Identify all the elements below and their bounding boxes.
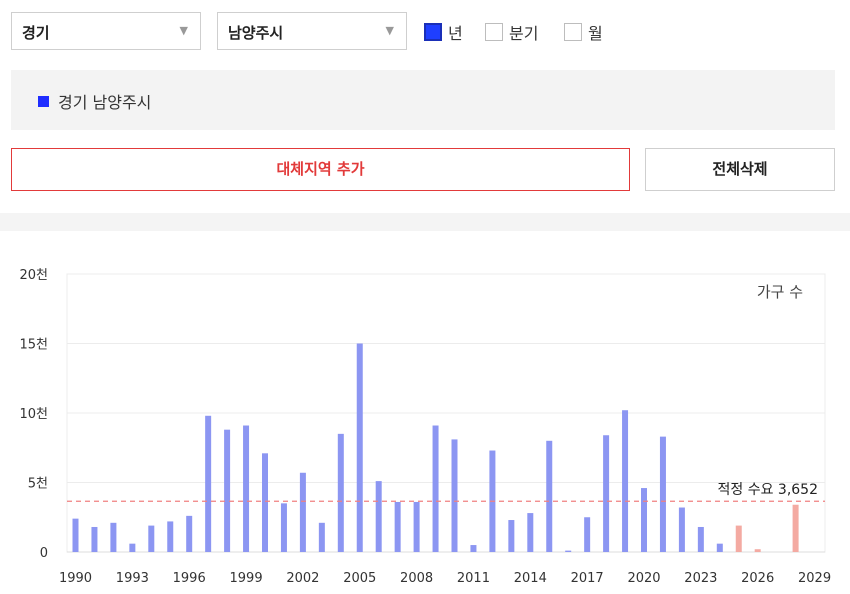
x-tick-label: 2005 — [343, 571, 376, 586]
x-tick-label: 2002 — [286, 571, 319, 586]
bar — [110, 522, 117, 552]
bar — [432, 425, 439, 552]
bar — [470, 545, 477, 552]
bar — [148, 525, 155, 552]
x-tick-label: 1993 — [116, 571, 149, 586]
bar — [262, 453, 268, 552]
bar — [603, 435, 610, 552]
x-tick-label: 2023 — [684, 571, 717, 586]
x-tick-label: 2008 — [400, 571, 433, 586]
bar — [337, 433, 344, 552]
y-tick-label: 20천 — [19, 268, 48, 283]
bar — [91, 526, 98, 552]
bar — [641, 488, 647, 552]
y-tick-label: 5천 — [28, 477, 48, 492]
y-tick-label: 10천 — [19, 407, 48, 422]
bar — [451, 439, 458, 552]
bar — [280, 503, 287, 552]
bar — [565, 550, 572, 552]
bar — [394, 501, 401, 552]
bar — [205, 415, 212, 552]
y-tick-label: 15천 — [19, 338, 48, 353]
bar — [318, 522, 325, 552]
bar — [167, 521, 174, 552]
y-tick-label: 0 — [40, 546, 48, 561]
bar — [735, 525, 742, 552]
bar — [224, 429, 231, 552]
x-tick-label: 1990 — [59, 571, 92, 586]
x-tick-label: 1996 — [173, 571, 206, 586]
x-tick-label: 1999 — [230, 571, 263, 586]
bar — [413, 501, 420, 552]
bar-chart: 0 5천 10천 15천 20천 1990 1993 1996 1999 2002 2005 2008… — [19, 268, 831, 586]
bar — [129, 543, 136, 552]
x-tick-label: 2011 — [457, 571, 490, 586]
bar — [527, 513, 534, 552]
bar — [792, 504, 799, 552]
bar — [356, 343, 363, 552]
bar — [659, 436, 666, 552]
bar — [508, 520, 515, 552]
bar — [584, 517, 591, 552]
bar — [299, 472, 306, 552]
bar — [72, 518, 79, 552]
x-tick-label: 2029 — [798, 571, 831, 586]
x-tick-label: 2017 — [571, 571, 604, 586]
bar — [678, 507, 685, 552]
bar — [622, 410, 629, 552]
x-tick-label: 2026 — [741, 571, 774, 586]
reference-line-label: 적정 수요 3,652 — [718, 482, 819, 498]
bar — [754, 549, 761, 552]
unit-label: 가구 수 — [757, 283, 803, 301]
bar — [375, 481, 382, 552]
x-tick-label: 2014 — [514, 571, 547, 586]
bar — [186, 515, 193, 552]
bar — [716, 543, 723, 552]
x-tick-label: 2020 — [627, 571, 660, 586]
bar — [243, 425, 250, 552]
bar — [546, 440, 553, 552]
bar — [697, 526, 704, 552]
